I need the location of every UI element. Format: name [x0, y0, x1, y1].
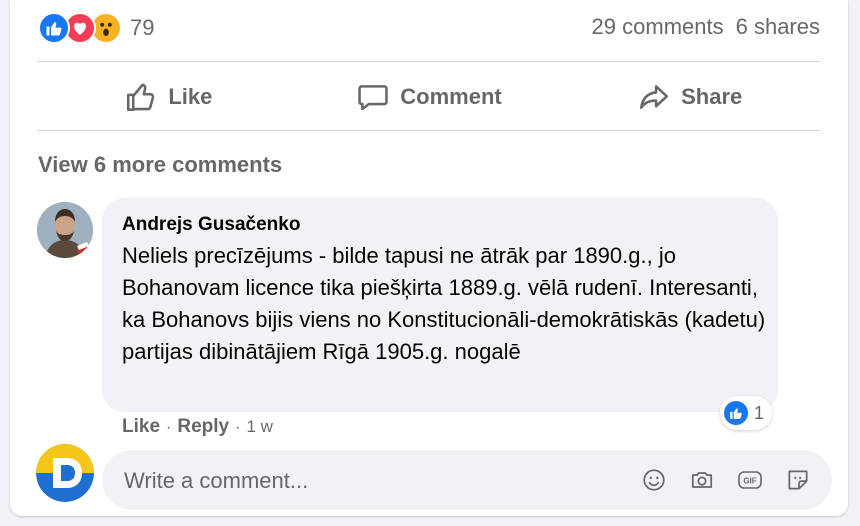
comment-text: Neliels precīzējums - bilde tapusi ne āt…	[122, 243, 766, 364]
reaction-count: 79	[130, 15, 155, 40]
separator-dot: ·	[235, 419, 241, 436]
svg-text:GIF: GIF	[743, 477, 756, 486]
divider-top	[38, 61, 820, 62]
gif-icon[interactable]: GIF	[734, 464, 766, 496]
share-label: Share	[681, 84, 743, 109]
share-icon	[640, 85, 669, 109]
thumbs-up-icon	[127, 83, 155, 112]
comment-like-link[interactable]: Like	[122, 416, 160, 438]
comment-bubble: Andrejs Gusačenko Neliels precīzējums - …	[102, 198, 778, 412]
separator-dot: ·	[166, 419, 172, 436]
comment-input[interactable]	[122, 450, 606, 512]
like-icon	[724, 401, 748, 425]
comment-reaction-count: 1	[754, 402, 765, 423]
sticker-icon[interactable]	[782, 464, 814, 496]
like-label: Like	[168, 84, 213, 109]
like-button[interactable]: Like	[38, 64, 299, 130]
comment-reply-link[interactable]: Reply	[177, 416, 229, 438]
divider-bottom	[38, 130, 820, 131]
current-user-avatar[interactable]	[36, 444, 94, 502]
comment-icon	[358, 85, 389, 111]
engagement-counts: 29 comments 6 shares	[592, 14, 820, 40]
comment-composer: GIF	[102, 450, 832, 512]
comment-reactions[interactable]: 1	[720, 396, 773, 430]
shares-count[interactable]: 6 shares	[736, 14, 820, 40]
camera-icon[interactable]	[686, 464, 718, 496]
comment-author[interactable]: Andrejs Gusačenko	[122, 214, 300, 236]
post-action-bar: Like Comment Share	[38, 64, 820, 130]
comment-meta: Like · Reply · 1 w	[122, 416, 273, 438]
post-footer-card: 79 29 comments 6 shares Like Comment Sha…	[10, 0, 848, 516]
share-button[interactable]: Share	[559, 64, 820, 130]
reactions-button[interactable]: 79	[38, 11, 154, 45]
composer-tools: GIF	[638, 464, 814, 496]
comment-timestamp[interactable]: 1 w	[246, 417, 272, 437]
comment-label: Comment	[400, 84, 502, 109]
commenter-avatar[interactable]	[37, 202, 93, 258]
like-icon	[38, 12, 70, 44]
view-more-comments-link[interactable]: View 6 more comments	[38, 152, 282, 178]
comments-count[interactable]: 29 comments	[592, 14, 724, 40]
reaction-summary: 79 29 comments 6 shares	[38, 8, 820, 48]
emoji-icon[interactable]	[638, 464, 670, 496]
comment-button[interactable]: Comment	[299, 64, 560, 130]
